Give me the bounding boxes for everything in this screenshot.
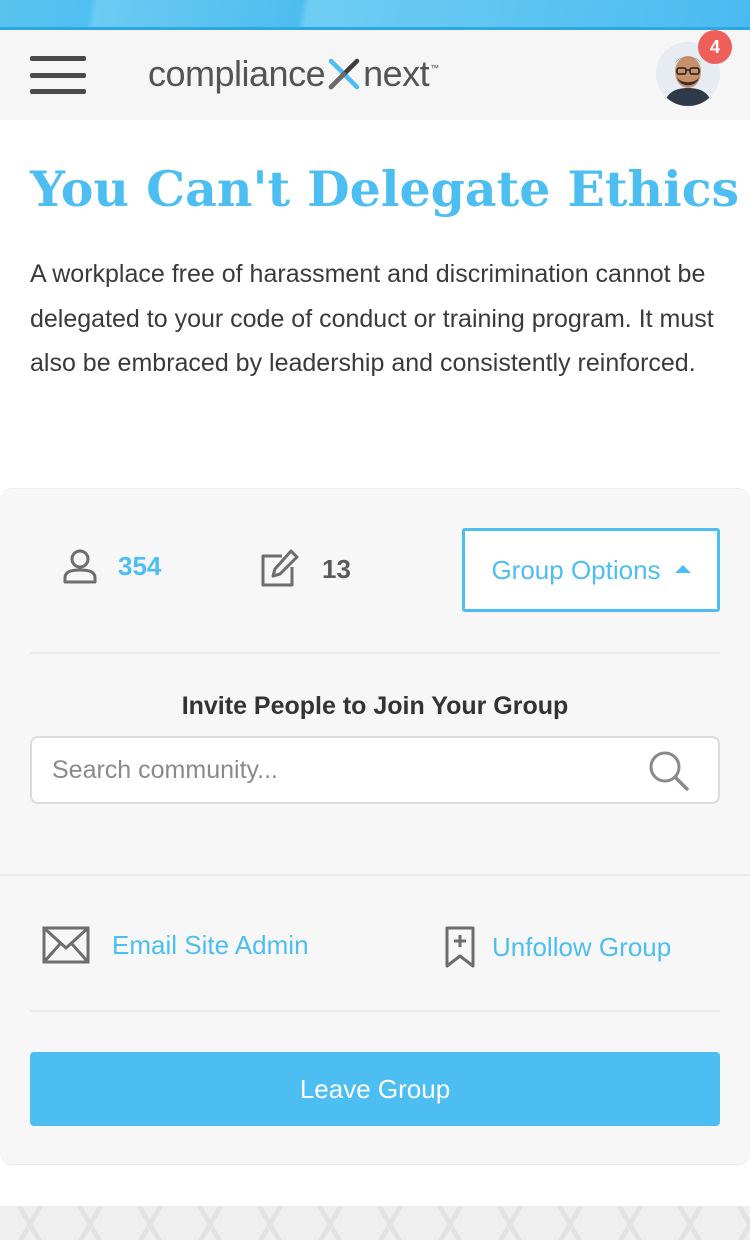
divider	[30, 1010, 720, 1012]
user-avatar-button[interactable]: 4	[656, 30, 732, 108]
posts-stat[interactable]: 13	[258, 548, 351, 590]
site-logo[interactable]: compliance next ™	[148, 52, 439, 96]
posts-count: 13	[322, 553, 351, 584]
envelope-icon	[42, 926, 90, 964]
notification-badge[interactable]: 4	[698, 30, 732, 64]
search-input[interactable]	[52, 750, 632, 790]
search-icon[interactable]	[648, 750, 690, 792]
footer-pattern	[0, 1206, 750, 1240]
email-site-admin-link[interactable]: Email Site Admin	[42, 926, 309, 964]
user-icon	[63, 549, 97, 584]
site-header: compliance next ™ 4	[0, 30, 750, 120]
edit-icon	[261, 549, 299, 587]
members-count: 354	[118, 550, 162, 581]
leave-group-button[interactable]: Leave Group	[30, 1052, 720, 1126]
group-title: You Can't Delegate Ethics	[30, 160, 740, 218]
invite-heading: Invite People to Join Your Group	[181, 692, 569, 720]
group-description: A workplace free of harassment and discr…	[30, 260, 714, 377]
logo-x-icon	[328, 58, 360, 90]
bookmark-plus-icon	[445, 926, 475, 968]
unfollow-group-link[interactable]: Unfollow Group	[444, 926, 671, 968]
hamburger-menu-icon[interactable]	[30, 56, 86, 94]
email-site-admin-label: Email Site Admin	[112, 929, 309, 960]
logo-text-left: compliance	[148, 53, 326, 94]
search-field	[30, 736, 720, 804]
group-options-label: Group Options	[491, 554, 661, 585]
divider	[30, 652, 720, 654]
logo-text-right: next	[363, 53, 430, 94]
unfollow-group-label: Unfollow Group	[492, 931, 672, 962]
logo-trademark: ™	[430, 63, 439, 73]
caret-up-icon	[674, 565, 691, 573]
top-banner-strip	[0, 0, 750, 30]
divider	[0, 874, 750, 876]
group-options-button[interactable]: Group Options	[462, 528, 720, 612]
members-stat[interactable]: 354	[62, 548, 161, 584]
